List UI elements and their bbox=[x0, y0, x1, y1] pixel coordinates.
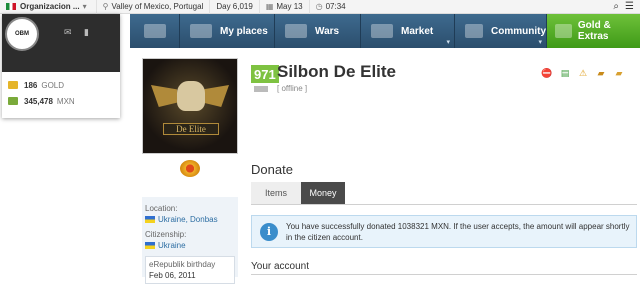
donate-tabs: Items Money bbox=[251, 182, 345, 204]
location-readout: ⚲ Valley of Mexico, Portugal bbox=[97, 0, 211, 14]
nav-wars[interactable]: Wars bbox=[275, 14, 361, 48]
citizenship-label: Citizenship: bbox=[145, 230, 187, 239]
citizenship-link[interactable]: Ukraine bbox=[145, 241, 235, 250]
nav-market[interactable]: Market ▾ bbox=[361, 14, 455, 48]
ukraine-flag-icon bbox=[145, 242, 155, 249]
mail-icon[interactable]: ✉ bbox=[64, 28, 76, 37]
chevron-down-icon: ▾ bbox=[538, 39, 542, 46]
wing-right-decoration bbox=[203, 85, 229, 107]
top-status-bar: Organizacion ... ▾ ⚲ Valley of Mexico, P… bbox=[0, 0, 640, 14]
location-text: Valley of Mexico, Portugal bbox=[111, 2, 204, 11]
tab-items[interactable]: Items bbox=[251, 182, 301, 204]
donate-items-icon[interactable]: ▰ bbox=[595, 68, 607, 78]
donation-success-notice: i You have successfully donated 1038321 … bbox=[251, 215, 637, 248]
time-text: 07:34 bbox=[325, 2, 346, 11]
tab-divider bbox=[251, 204, 637, 205]
donate-money-icon[interactable]: ▰ bbox=[613, 68, 625, 78]
info-icon: i bbox=[260, 222, 278, 241]
community-icon bbox=[465, 24, 483, 38]
my-places-icon bbox=[190, 24, 212, 38]
day-readout: Day 6,019 bbox=[210, 0, 260, 14]
citizen-info-sidebar: Location: Ukraine, Donbas Citizenship: U… bbox=[142, 197, 238, 284]
organization-name: Organizacion ... bbox=[20, 2, 80, 11]
nav-home[interactable] bbox=[130, 14, 180, 48]
online-status: [ offline ] bbox=[277, 84, 308, 93]
gold-extras-icon bbox=[555, 24, 572, 38]
ukraine-flag-icon bbox=[145, 216, 155, 223]
location-value: Ukraine, Donbas bbox=[158, 215, 218, 224]
time-readout: ◷ 07:34 bbox=[310, 0, 352, 14]
your-account-title: Your account bbox=[251, 261, 310, 272]
birthday-label: eRepublik birthday bbox=[149, 260, 216, 269]
nav-my-places-label: My places bbox=[220, 25, 268, 37]
menu-icon[interactable]: ☰ bbox=[625, 1, 634, 12]
nav-community[interactable]: Community ▾ bbox=[455, 14, 547, 48]
nav-my-places[interactable]: My places bbox=[180, 14, 275, 48]
mexico-flag-icon bbox=[6, 3, 16, 10]
skull-emblem bbox=[177, 81, 205, 111]
player-name: Silbon De Elite bbox=[277, 62, 397, 81]
gold-unit: GOLD bbox=[41, 80, 65, 90]
medal-icon[interactable] bbox=[180, 160, 200, 177]
profile-avatar: De Elite bbox=[142, 58, 238, 154]
location-label: Location: bbox=[145, 204, 178, 213]
alerts-icon[interactable]: ▮ bbox=[84, 28, 96, 37]
add-friend-icon[interactable]: ▤ bbox=[559, 68, 571, 78]
donate-title: Donate bbox=[251, 162, 293, 177]
chevron-down-icon: ▾ bbox=[446, 39, 450, 46]
date-readout: ▦ May 13 bbox=[260, 0, 310, 14]
notice-text: You have successfully donated 1038321 MX… bbox=[286, 221, 630, 242]
citizenship-value: Ukraine bbox=[158, 241, 186, 250]
nav-gold-extras[interactable]: Gold & Extras bbox=[547, 14, 640, 48]
money-unit: MXN bbox=[56, 96, 75, 106]
avatar-banner: De Elite bbox=[163, 123, 219, 135]
gold-balance[interactable]: 186 GOLD bbox=[2, 78, 120, 92]
user-panel-header: OBM ✉ ▮ bbox=[2, 14, 120, 72]
gold-icon bbox=[8, 81, 18, 89]
wing-left-decoration bbox=[151, 85, 177, 107]
block-icon[interactable]: ⛔ bbox=[541, 68, 553, 78]
money-icon bbox=[8, 97, 18, 105]
money-amount: 345,478 bbox=[24, 96, 53, 106]
user-panel: OBM ✉ ▮ 186 GOLD 345,478 MXN bbox=[2, 14, 120, 118]
level-badge: 971 bbox=[251, 65, 279, 83]
status-badge bbox=[254, 86, 268, 92]
date-text: May 13 bbox=[276, 2, 303, 11]
money-balance[interactable]: 345,478 MXN bbox=[2, 94, 120, 108]
profile-actions: ⛔ ▤ ⚠ ▰ ▰ bbox=[541, 68, 625, 78]
tab-money[interactable]: Money bbox=[301, 182, 345, 204]
nav-community-label: Community bbox=[491, 25, 546, 37]
search-icon[interactable]: ⌕ bbox=[613, 1, 619, 12]
tank-icon bbox=[285, 24, 307, 38]
avatar[interactable]: OBM bbox=[5, 17, 39, 51]
birthday-box: eRepublik birthday Feb 06, 2011 bbox=[145, 256, 235, 284]
nav-wars-label: Wars bbox=[315, 25, 340, 37]
account-divider bbox=[251, 274, 637, 275]
avatar-text: OBM bbox=[15, 31, 29, 37]
main-navigation: My places Wars Market ▾ Community ▾ Gold… bbox=[130, 14, 640, 48]
report-icon[interactable]: ⚠ bbox=[577, 68, 589, 78]
clock-icon: ◷ bbox=[315, 2, 323, 11]
nav-gold-extras-label: Gold & Extras bbox=[577, 20, 611, 42]
gold-amount: 186 bbox=[24, 80, 38, 90]
avatar-banner-text: De Elite bbox=[176, 124, 206, 134]
pin-icon: ⚲ bbox=[102, 2, 109, 11]
home-icon bbox=[143, 24, 166, 38]
organization-selector[interactable]: Organizacion ... ▾ bbox=[0, 0, 97, 14]
day-text: Day 6,019 bbox=[216, 2, 253, 11]
calendar-icon: ▦ bbox=[265, 2, 274, 11]
birthday-value: Feb 06, 2011 bbox=[149, 271, 196, 280]
market-icon bbox=[371, 24, 393, 38]
location-link[interactable]: Ukraine, Donbas bbox=[145, 215, 235, 224]
chevron-down-icon: ▾ bbox=[82, 2, 87, 11]
nav-market-label: Market bbox=[401, 25, 434, 37]
